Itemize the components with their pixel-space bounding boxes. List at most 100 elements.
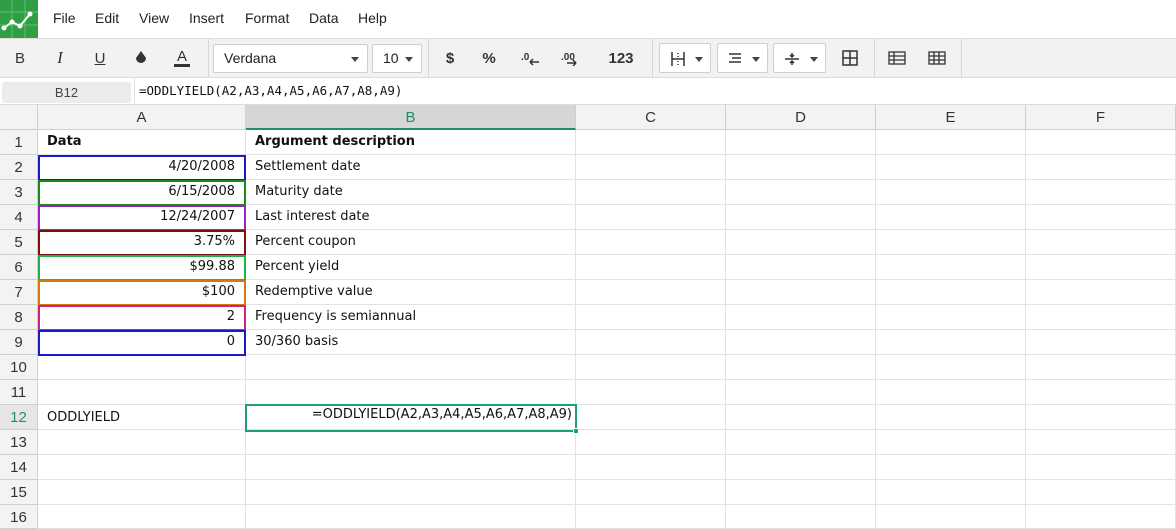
cell-d14[interactable] [726, 455, 876, 480]
fill-handle[interactable] [573, 428, 579, 434]
cell-a9[interactable]: 0 [38, 330, 246, 355]
cell-d13[interactable] [726, 430, 876, 455]
cell-b16[interactable] [246, 505, 576, 529]
cell-f3[interactable] [1026, 180, 1176, 205]
cell-e13[interactable] [876, 430, 1026, 455]
cell-a5[interactable]: 3.75% [38, 230, 246, 255]
formula-input[interactable]: =ODDLYIELD(A2,A3,A4,A5,A6,A7,A8,A9) [139, 83, 402, 98]
name-box[interactable]: B12 [2, 82, 131, 103]
cell-c9[interactable] [576, 330, 726, 355]
cell-a10[interactable] [38, 355, 246, 380]
cell-d8[interactable] [726, 305, 876, 330]
row-header-2[interactable]: 2 [0, 155, 38, 180]
cell-a2[interactable]: 4/20/2008 [38, 155, 246, 180]
cell-c5[interactable] [576, 230, 726, 255]
column-header-b[interactable]: B [246, 105, 576, 130]
cell-e12[interactable] [876, 405, 1026, 430]
cell-f4[interactable] [1026, 205, 1176, 230]
font-size-select[interactable]: 10 [372, 44, 422, 73]
cell-a4[interactable]: 12/24/2007 [38, 205, 246, 230]
menu-edit[interactable]: Edit [95, 10, 119, 26]
cell-b11[interactable] [246, 380, 576, 405]
row-header-13[interactable]: 13 [0, 430, 38, 455]
cell-a12[interactable]: ODDLYIELD [38, 405, 246, 430]
cell-d5[interactable] [726, 230, 876, 255]
cell-d1[interactable] [726, 130, 876, 155]
column-header-e[interactable]: E [876, 105, 1026, 130]
cell-b6[interactable]: Percent yield [246, 255, 576, 280]
row-header-8[interactable]: 8 [0, 305, 38, 330]
menu-insert[interactable]: Insert [189, 10, 224, 26]
grid-icon[interactable] [923, 39, 951, 77]
horizontal-align-dropdown[interactable] [717, 43, 768, 73]
cell-e1[interactable] [876, 130, 1026, 155]
cell-c3[interactable] [576, 180, 726, 205]
cell-c13[interactable] [576, 430, 726, 455]
cell-e15[interactable] [876, 480, 1026, 505]
cell-a8[interactable]: 2 [38, 305, 246, 330]
cell-a7[interactable]: $100 [38, 280, 246, 305]
cell-b10[interactable] [246, 355, 576, 380]
cell-c11[interactable] [576, 380, 726, 405]
column-header-d[interactable]: D [726, 105, 876, 130]
cell-a3[interactable]: 6/15/2008 [38, 180, 246, 205]
borders-dropdown[interactable] [659, 43, 711, 73]
cell-d3[interactable] [726, 180, 876, 205]
select-all-corner[interactable] [0, 105, 38, 130]
cell-b2[interactable]: Settlement date [246, 155, 576, 180]
cell-f5[interactable] [1026, 230, 1176, 255]
column-header-c[interactable]: C [576, 105, 726, 130]
menu-help[interactable]: Help [358, 10, 387, 26]
decrease-decimal-button[interactable]: .0 [516, 39, 546, 77]
row-header-5[interactable]: 5 [0, 230, 38, 255]
cell-b9[interactable]: 30/360 basis [246, 330, 576, 355]
cell-e7[interactable] [876, 280, 1026, 305]
cell-d16[interactable] [726, 505, 876, 529]
column-header-f[interactable]: F [1026, 105, 1176, 130]
cell-c8[interactable] [576, 305, 726, 330]
cell-a15[interactable] [38, 480, 246, 505]
cell-d10[interactable] [726, 355, 876, 380]
cell-b15[interactable] [246, 480, 576, 505]
row-header-7[interactable]: 7 [0, 280, 38, 305]
text-color-icon[interactable]: A [168, 39, 196, 77]
cell-d9[interactable] [726, 330, 876, 355]
row-header-12[interactable]: 12 [0, 405, 38, 430]
cell-b8[interactable]: Frequency is semiannual [246, 305, 576, 330]
cell-c10[interactable] [576, 355, 726, 380]
row-header-15[interactable]: 15 [0, 480, 38, 505]
cell-e3[interactable] [876, 180, 1026, 205]
row-header-3[interactable]: 3 [0, 180, 38, 205]
row-header-6[interactable]: 6 [0, 255, 38, 280]
cell-b7[interactable]: Redemptive value [246, 280, 576, 305]
menu-view[interactable]: View [139, 10, 169, 26]
cell-a6[interactable]: $99.88 [38, 255, 246, 280]
cell-d11[interactable] [726, 380, 876, 405]
menu-file[interactable]: File [53, 10, 76, 26]
underline-button[interactable]: U [86, 39, 114, 77]
cell-e5[interactable] [876, 230, 1026, 255]
cell-c7[interactable] [576, 280, 726, 305]
currency-format-button[interactable]: $ [436, 39, 464, 77]
cell-f14[interactable] [1026, 455, 1176, 480]
cell-d12[interactable] [726, 405, 876, 430]
cell-f13[interactable] [1026, 430, 1176, 455]
row-header-16[interactable]: 16 [0, 505, 38, 529]
cell-c14[interactable] [576, 455, 726, 480]
cell-e14[interactable] [876, 455, 1026, 480]
bold-button[interactable]: B [6, 39, 34, 77]
cell-d7[interactable] [726, 280, 876, 305]
cell-a14[interactable] [38, 455, 246, 480]
cell-d15[interactable] [726, 480, 876, 505]
cell-f11[interactable] [1026, 380, 1176, 405]
cell-d2[interactable] [726, 155, 876, 180]
cell-c16[interactable] [576, 505, 726, 529]
cell-e10[interactable] [876, 355, 1026, 380]
cell-b5[interactable]: Percent coupon [246, 230, 576, 255]
cell-d6[interactable] [726, 255, 876, 280]
cell-b14[interactable] [246, 455, 576, 480]
cell-a16[interactable] [38, 505, 246, 529]
merge-icon[interactable] [836, 39, 864, 77]
active-cell-selection[interactable] [245, 404, 579, 434]
freeze-icon[interactable] [883, 39, 911, 77]
